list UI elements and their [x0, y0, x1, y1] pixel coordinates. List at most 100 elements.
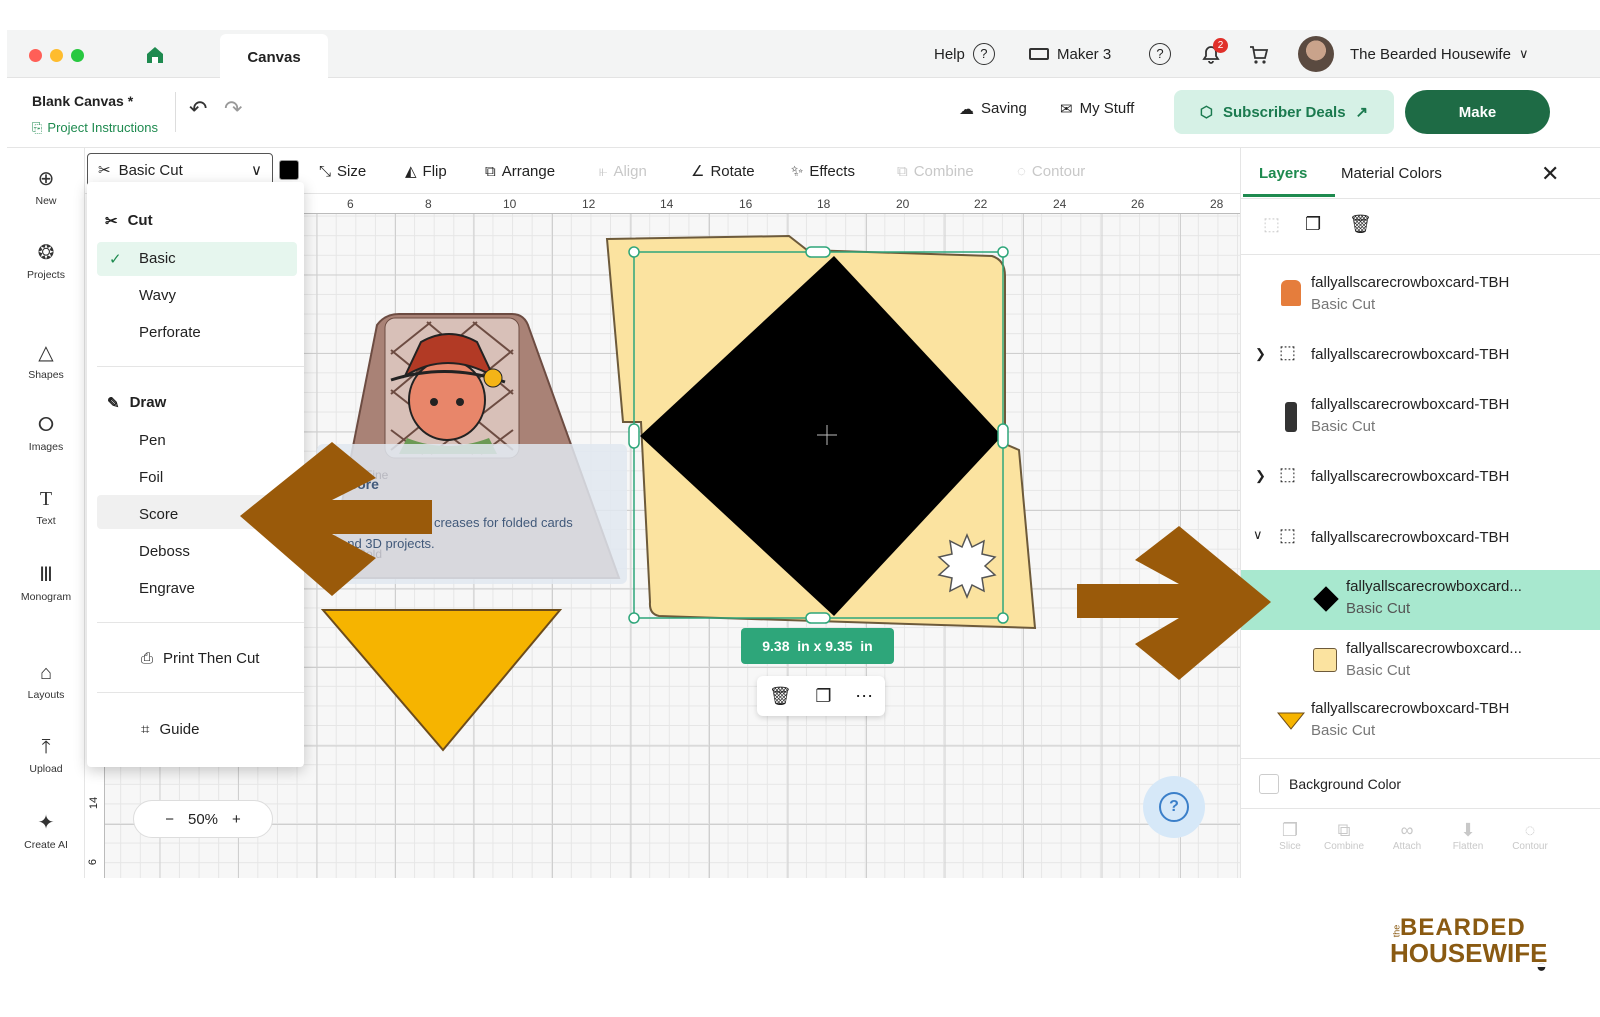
layer-row[interactable]: fallyallscarecrowboxcard-TBH Basic Cut: [1241, 388, 1600, 448]
pen-icon: ✎: [107, 395, 120, 412]
menu-item-label: Foil: [139, 469, 164, 486]
menu-item-guide[interactable]: ⌗ Guide: [87, 721, 304, 738]
layer-group-row[interactable]: ∨ ⬚ fallyallscarecrowboxcard-TBH: [1241, 511, 1600, 571]
cart-button[interactable]: [1248, 30, 1270, 78]
trash-icon[interactable]: 🗑︎: [769, 686, 792, 707]
user-name: The Bearded Housewife: [1350, 45, 1511, 63]
effects-label: Effects: [809, 162, 855, 180]
align-button[interactable]: ⫦ Align: [599, 148, 647, 194]
chevron-right-icon: ❯: [1255, 346, 1266, 361]
layers-panel: Layers Material Colors ✕ ⬚ ❐ 🗑︎ fallyall…: [1240, 148, 1600, 878]
menu-item-label: Basic: [139, 250, 176, 267]
divider: [97, 692, 304, 693]
scissors-icon: ✂: [105, 213, 118, 230]
wand-icon: ✨︎: [791, 162, 804, 180]
divider: [1241, 808, 1600, 809]
bottom-tool-label: Slice: [1279, 841, 1301, 852]
rotate-button[interactable]: ∠ Rotate: [691, 148, 755, 194]
align-label: Align: [613, 162, 647, 180]
triangle-shape[interactable]: [320, 609, 563, 752]
combine-bottom-button[interactable]: ⧉ Combine: [1317, 820, 1371, 852]
layer-thumbnail: [1313, 648, 1337, 672]
layer-name: fallyallscarecrowboxcard...: [1346, 578, 1522, 595]
help-fab[interactable]: ?: [1143, 776, 1205, 838]
combine-button[interactable]: ⧉ Combine: [897, 148, 974, 194]
group-icon: ⬚: [1279, 342, 1297, 362]
color-swatch[interactable]: [279, 160, 299, 180]
flip-icon: ◭: [405, 163, 417, 180]
avatar: [1298, 36, 1334, 72]
arrange-label: Arrange: [501, 162, 556, 180]
menu-item-wavy[interactable]: Wavy: [87, 287, 304, 304]
zoom-level: 50%: [187, 810, 219, 828]
brand-watermark: the BEARDED HOUSEWIFE ◒: [1390, 914, 1560, 994]
layer-row[interactable]: fallyallscarecrowboxcard-TBH Basic Cut: [1241, 692, 1600, 752]
bottom-tool-label: Attach: [1392, 841, 1422, 852]
annotation-arrow-right: [1077, 526, 1271, 680]
layer-name: fallyallscarecrowboxcard-TBH: [1311, 529, 1510, 546]
layer-row[interactable]: fallyallscarecrowboxcard-TBH Basic Cut: [1241, 266, 1600, 326]
contour-button[interactable]: ◌ Contour: [1017, 148, 1085, 194]
resize-icon: ⤡: [319, 162, 332, 180]
combine-icon: ⧉: [897, 162, 908, 180]
layer-row-selected[interactable]: fallyallscarecrowboxcard... Basic Cut: [1241, 570, 1600, 630]
rotate-icon: ∠: [691, 163, 705, 180]
contour-bottom-button[interactable]: ◌ Contour: [1503, 820, 1557, 852]
more-icon[interactable]: ⋯: [855, 686, 873, 707]
divider: [97, 366, 304, 367]
group-icon: ⬚: [1279, 525, 1297, 545]
arrange-button[interactable]: ⧉ Arrange: [485, 148, 555, 194]
close-panel-icon[interactable]: ✕: [1541, 161, 1559, 187]
zoom-control: −50% +: [133, 800, 273, 838]
divider: [1241, 198, 1600, 199]
size-button[interactable]: ⤡ Size: [319, 148, 366, 194]
zoom-out-button[interactable]: −: [165, 811, 174, 828]
draw-header-label: Draw: [129, 394, 167, 411]
group-icon[interactable]: ⬚: [1263, 214, 1280, 235]
zoom-in-button[interactable]: +: [232, 811, 241, 828]
rotate-label: Rotate: [710, 162, 755, 180]
tab-material-colors[interactable]: Material Colors: [1341, 165, 1442, 182]
attach-icon: ∞: [1400, 820, 1414, 840]
effects-button[interactable]: ✨︎ Effects: [791, 148, 855, 194]
bottom-tool-label: Combine: [1323, 841, 1365, 852]
menu-item-label: Pen: [139, 432, 166, 449]
slice-icon: ❐: [1281, 820, 1299, 840]
layer-name: fallyallscarecrowboxcard-TBH: [1311, 346, 1510, 363]
layer-group-row[interactable]: ❯ ⬚ fallyallscarecrowboxcard-TBH: [1241, 328, 1600, 388]
menu-item-print-then-cut[interactable]: ⎙ Print Then Cut: [87, 650, 304, 667]
trash-icon[interactable]: 🗑︎: [1349, 214, 1372, 235]
chevron-down-icon: ∨: [251, 162, 262, 179]
selection-actions: 🗑︎ ❐ ⋯: [757, 676, 885, 716]
menu-item-basic[interactable]: ✓ Basic: [87, 250, 304, 268]
layer-operation: Basic Cut: [1311, 296, 1376, 313]
menu-item-label: Deboss: [139, 543, 190, 560]
layer-operation: Basic Cut: [1311, 722, 1376, 739]
layer-group-row[interactable]: ❯ ⬚ fallyallscarecrowboxcard-TBH: [1241, 450, 1600, 510]
contour-icon: ◌: [1524, 820, 1536, 840]
make-button[interactable]: Make: [1405, 90, 1550, 134]
layer-row[interactable]: fallyallscarecrowboxcard... Basic Cut: [1241, 632, 1600, 692]
layer-name: fallyallscarecrowboxcard-TBH: [1311, 468, 1510, 485]
menu-item-label: Score: [139, 506, 179, 523]
menu-item-label: Wavy: [139, 287, 176, 304]
menu-item-perforate[interactable]: Perforate: [87, 324, 304, 341]
bottom-tool-label: Contour: [1512, 841, 1548, 852]
background-color-checkbox[interactable]: [1259, 774, 1279, 794]
layer-name: fallyallscarecrowboxcard-TBH: [1311, 700, 1510, 717]
flip-button[interactable]: ◭ Flip: [405, 148, 447, 194]
user-menu[interactable]: The Bearded Housewife ∨: [1298, 30, 1528, 78]
slice-button[interactable]: ❐ Slice: [1263, 820, 1317, 852]
layer-thumbnail: [1281, 280, 1301, 306]
flatten-button[interactable]: ⬇ Flatten: [1441, 820, 1495, 852]
duplicate-icon[interactable]: ❐: [815, 686, 831, 707]
align-icon: ⫦: [599, 162, 608, 180]
printer-icon: ⎙: [141, 650, 154, 667]
operation-value: Basic Cut: [118, 161, 183, 179]
layer-thumbnail: [1277, 712, 1305, 730]
tab-layers[interactable]: Layers: [1259, 165, 1307, 182]
duplicate-icon[interactable]: ❐: [1305, 214, 1321, 235]
layer-thumbnail: [1313, 586, 1339, 612]
attach-button[interactable]: ∞ Attach: [1380, 820, 1434, 852]
layer-operation: Basic Cut: [1311, 418, 1376, 435]
